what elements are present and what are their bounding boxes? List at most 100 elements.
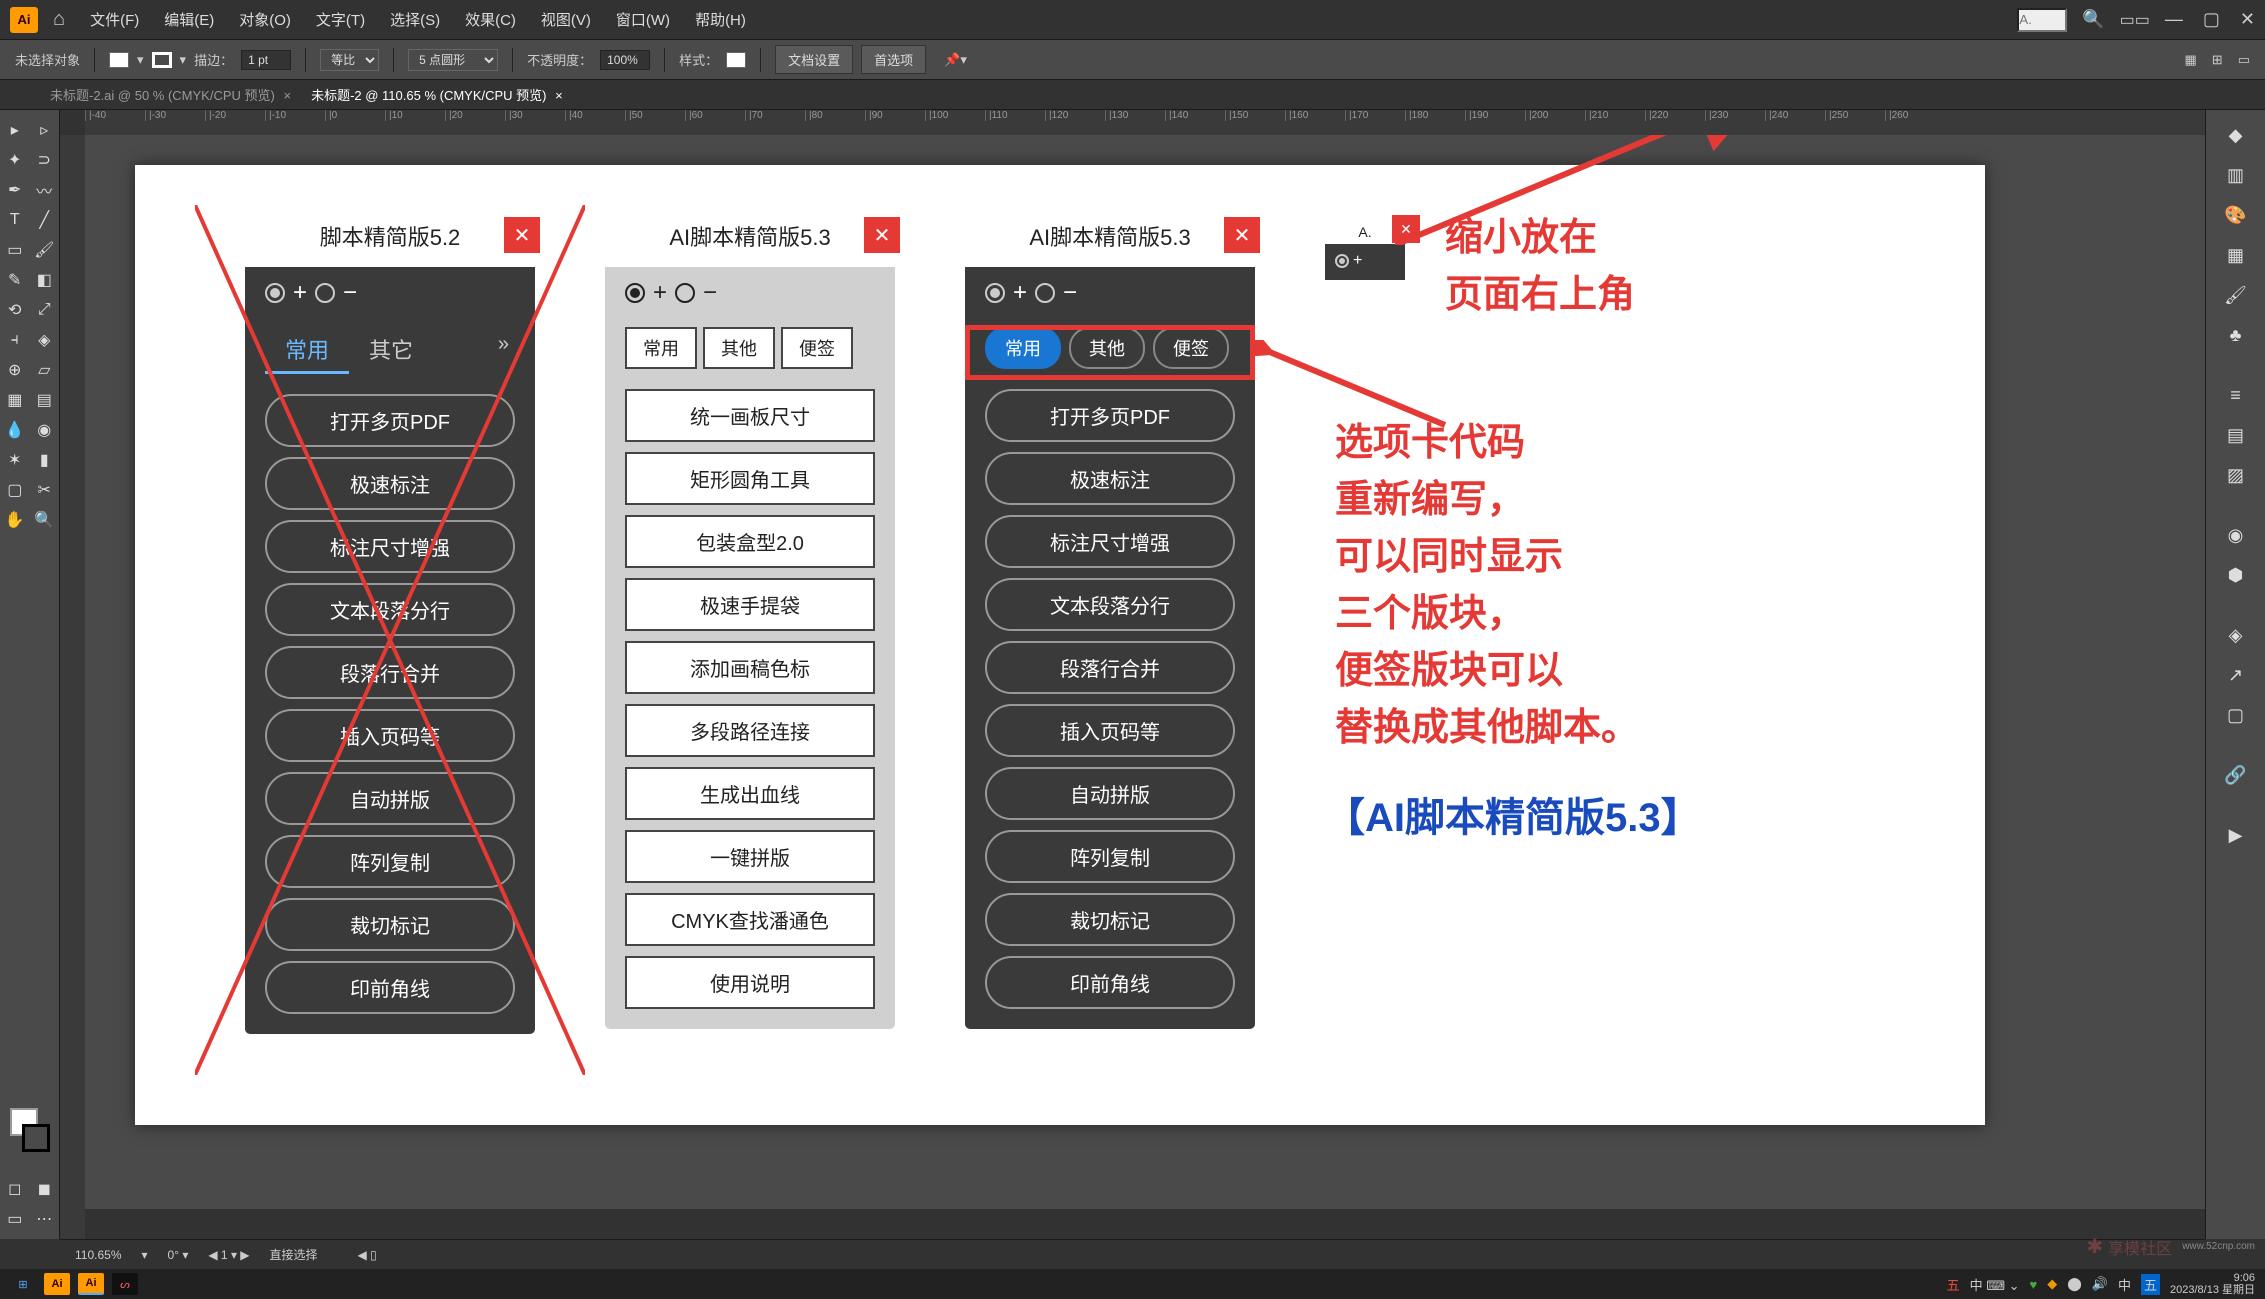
task-app-3[interactable]: ᔕ — [112, 1273, 138, 1295]
tab-notes[interactable]: 便签 — [781, 327, 853, 369]
brush-tool[interactable]: 🖌 — [30, 235, 60, 265]
menu-edit[interactable]: 编辑(E) — [154, 5, 224, 34]
artboard-nav[interactable]: ◀ 1 ▾ ▶ — [208, 1248, 249, 1262]
lasso-tool[interactable]: ⊃ — [30, 145, 60, 175]
color-panel-icon[interactable]: 🎨 — [2221, 197, 2251, 233]
btn-join-paths[interactable]: 多段路径连接 — [625, 704, 875, 757]
line-tool[interactable]: ╱ — [30, 205, 60, 235]
brush-select[interactable]: 5 点圆形 — [408, 49, 498, 71]
menu-window[interactable]: 窗口(W) — [606, 5, 680, 34]
tray-icon-3[interactable]: ⬤ — [2067, 1276, 2082, 1292]
doc-tab-2[interactable]: 未标题-2 @ 110.65 % (CMYK/CPU 预览) × — [301, 81, 573, 108]
btn-page-num[interactable]: 插入页码等 — [265, 709, 515, 762]
btn-dim-enhance[interactable]: 标注尺寸增强 — [985, 515, 1235, 568]
artboards-panel-icon[interactable]: ▢ — [2221, 697, 2251, 733]
play-icon[interactable]: ▶ — [2221, 817, 2251, 853]
fill-swatch[interactable] — [109, 52, 129, 68]
artboard-tool[interactable]: ▢ — [0, 475, 30, 505]
mesh-tool[interactable]: ▦ — [0, 385, 30, 415]
panel-icon[interactable]: ▭ — [2238, 52, 2250, 68]
tab-other[interactable]: 其它 — [349, 327, 433, 374]
btn-fast-bag[interactable]: 极速手提袋 — [625, 578, 875, 631]
align-icon[interactable]: ⊞ — [2212, 52, 2223, 68]
tab-common[interactable]: 常用 — [625, 327, 697, 369]
blend-tool[interactable]: ◉ — [30, 415, 60, 445]
symbol-tool[interactable]: ✶ — [0, 445, 30, 475]
menu-text[interactable]: 文字(T) — [306, 5, 375, 34]
radio-on-icon[interactable] — [985, 283, 1005, 303]
tray-icon-1[interactable]: ♥ — [2030, 1277, 2038, 1292]
scale-tool[interactable]: ⤢ — [30, 295, 60, 325]
screen-mode[interactable]: ▭ — [0, 1204, 30, 1234]
btn-unify-artboard[interactable]: 统一画板尺寸 — [625, 389, 875, 442]
btn-open-pdf[interactable]: 打开多页PDF — [985, 389, 1235, 442]
asset-export-panel-icon[interactable]: ↗ — [2221, 657, 2251, 693]
uniform-select[interactable]: 等比 — [320, 49, 379, 71]
selection-tool[interactable]: ▸ — [0, 115, 30, 145]
transparency-panel-icon[interactable]: ▨ — [2221, 457, 2251, 493]
swatches-panel-icon[interactable]: ▦ — [2221, 237, 2251, 273]
tray-volume-icon[interactable]: 🔊 — [2092, 1276, 2108, 1292]
radio-on-icon[interactable] — [625, 283, 645, 303]
home-icon[interactable]: ⌂ — [53, 8, 65, 31]
tray-input-method-icon[interactable]: 五 — [2141, 1274, 2160, 1295]
zoom-tool[interactable]: 🔍 — [30, 505, 60, 535]
radio-off-icon[interactable] — [1035, 283, 1055, 303]
radio-off-icon[interactable] — [315, 283, 335, 303]
panel-v53d-close[interactable]: ✕ — [1224, 217, 1260, 253]
graphic-styles-panel-icon[interactable]: ⬢ — [2221, 557, 2251, 593]
menu-effect[interactable]: 效果(C) — [455, 5, 526, 34]
btn-prepress-corner[interactable]: 印前角线 — [985, 956, 1235, 1009]
pin-icon[interactable]: 📌▾ — [944, 52, 967, 68]
libraries-panel-icon[interactable]: ▥ — [2221, 157, 2251, 193]
doc-tab-1[interactable]: 未标题-2.ai @ 50 % (CMYK/CPU 预览) × — [40, 81, 301, 108]
tray-lang-icon[interactable]: 中 — [2118, 1275, 2131, 1294]
btn-fast-dim[interactable]: 极速标注 — [985, 452, 1235, 505]
eraser-tool[interactable]: ◧ — [30, 265, 60, 295]
btn-auto-layout[interactable]: 自动拼版 — [265, 772, 515, 825]
close-icon[interactable]: ✕ — [2240, 9, 2255, 30]
doc-settings-button[interactable]: 文档设置 — [775, 45, 853, 74]
hand-tool[interactable]: ✋ — [0, 505, 30, 535]
brushes-panel-icon[interactable]: 🖌 — [2221, 277, 2251, 313]
draw-mode-normal[interactable]: ◻ — [0, 1174, 30, 1204]
tray-ime-icon[interactable]: 中 ⌨ ⌄ — [1970, 1275, 2020, 1294]
tab-common[interactable]: 常用 — [265, 327, 349, 374]
wand-tool[interactable]: ✦ — [0, 145, 30, 175]
arrange-icon[interactable]: ▭▭ — [2120, 10, 2150, 30]
edit-toolbar[interactable]: ⋯ — [30, 1204, 60, 1234]
panel-v53l-close[interactable]: ✕ — [864, 217, 900, 253]
btn-array-copy[interactable]: 阵列复制 — [265, 835, 515, 888]
btn-open-pdf[interactable]: 打开多页PDF — [265, 394, 515, 447]
style-swatch[interactable] — [726, 52, 746, 68]
btn-crop-marks[interactable]: 裁切标记 — [985, 893, 1235, 946]
shaper-tool[interactable]: ✎ — [0, 265, 30, 295]
btn-para-merge[interactable]: 段落行合并 — [265, 646, 515, 699]
btn-one-click-layout[interactable]: 一键拼版 — [625, 830, 875, 883]
type-tool[interactable]: T — [0, 205, 30, 235]
radio-off-icon[interactable] — [675, 283, 695, 303]
gradient-panel-icon[interactable]: ▤ — [2221, 417, 2251, 453]
task-ai-2[interactable]: Ai — [78, 1273, 104, 1295]
tray-icon-2[interactable]: ◆ — [2047, 1276, 2057, 1292]
menu-file[interactable]: 文件(F) — [80, 5, 149, 34]
rotate-tool[interactable]: ⟲ — [0, 295, 30, 325]
width-tool[interactable]: ⫞ — [0, 325, 30, 355]
btn-cmyk-pantone[interactable]: CMYK查找潘通色 — [625, 893, 875, 946]
btn-prepress-corner[interactable]: 印前角线 — [265, 961, 515, 1014]
btn-help[interactable]: 使用说明 — [625, 956, 875, 1009]
radio-on-icon[interactable] — [1335, 254, 1349, 268]
top-search[interactable] — [2017, 8, 2067, 32]
gradient-tool[interactable]: ▤ — [30, 385, 60, 415]
btn-para-merge[interactable]: 段落行合并 — [985, 641, 1235, 694]
chevron-right-icon[interactable]: » — [492, 327, 515, 374]
stroke-width-input[interactable] — [241, 50, 291, 70]
slice-tool[interactable]: ✂ — [30, 475, 60, 505]
rotate-view[interactable]: 0° ▾ — [168, 1248, 189, 1262]
links-panel-icon[interactable]: 🔗 — [2221, 757, 2251, 793]
draw-mode-behind[interactable]: ◼ — [30, 1174, 60, 1204]
btn-array-copy[interactable]: 阵列复制 — [985, 830, 1235, 883]
btn-crop-marks[interactable]: 裁切标记 — [265, 898, 515, 951]
btn-bleed-line[interactable]: 生成出血线 — [625, 767, 875, 820]
panel-v52-close[interactable]: ✕ — [504, 217, 540, 253]
